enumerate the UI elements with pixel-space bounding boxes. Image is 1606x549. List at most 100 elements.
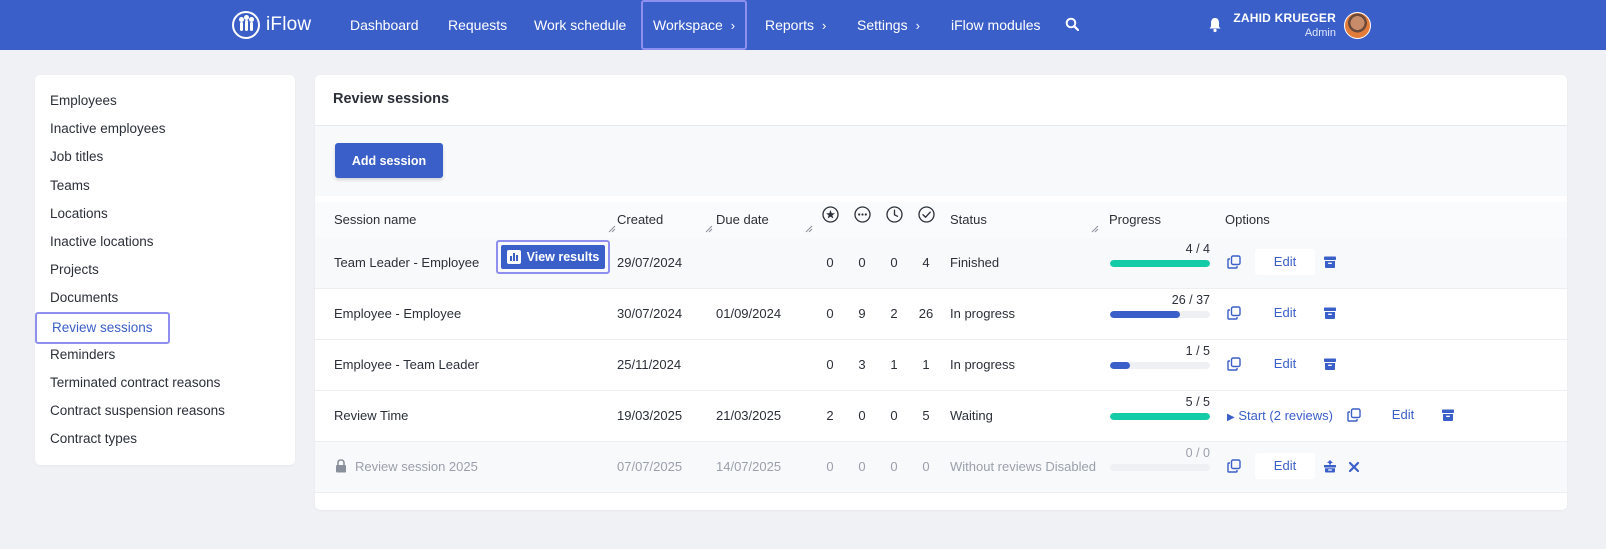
table-row[interactable] [315, 289, 1567, 340]
stat-value: 0 [858, 255, 866, 270]
sidebar-item-review-sessions[interactable]: Review sessions [35, 312, 170, 344]
avatar[interactable] [1344, 12, 1371, 39]
due-date: 14/07/2025 [716, 459, 782, 474]
start-label: Start [1238, 408, 1266, 423]
created-date: 29/07/2024 [617, 255, 683, 270]
stat-value: 0 [890, 408, 898, 423]
view-results-inner: View results [501, 245, 605, 269]
table-row[interactable] [315, 340, 1567, 391]
sidebar-item-locations[interactable]: Locations [50, 204, 108, 224]
nav-workspace[interactable]: Workspace › [641, 0, 748, 50]
column-session-name[interactable]: Session name [334, 212, 416, 227]
nav-settings[interactable]: Settings › [857, 0, 920, 50]
table-row[interactable]: Review session 2025 07/07/2025 14/07/202… [315, 442, 1567, 493]
nav-reports-label: Reports [765, 17, 815, 33]
column-options: Options [1225, 212, 1270, 227]
created-date: 07/07/2025 [617, 459, 683, 474]
top-navbar: iFlow Dashboard Requests Work schedule W… [0, 0, 1606, 50]
progress-fill [1110, 362, 1130, 369]
stat-value: 0 [826, 357, 834, 372]
nav-work-schedule[interactable]: Work schedule [534, 0, 626, 50]
sidebar-item-terminated-contract-reasons[interactable]: Terminated contract reasons [50, 373, 220, 393]
stat-value: 0 [858, 408, 866, 423]
status-text: Without reviews Disabled [950, 459, 1096, 474]
sidebar-item-documents[interactable]: Documents [50, 288, 118, 308]
progress-text: 0 / 0 [1185, 446, 1210, 460]
archive-icon[interactable] [1441, 408, 1455, 422]
view-results-button[interactable]: View results [496, 240, 610, 274]
stat-value: 0 [826, 459, 834, 474]
nav-dashboard[interactable]: Dashboard [350, 0, 419, 50]
status-text: In progress [950, 357, 1016, 372]
progress-text: 1 / 5 [1185, 344, 1210, 358]
sidebar-item-employees[interactable]: Employees [50, 91, 117, 111]
archive-icon[interactable] [1323, 255, 1337, 269]
stat-value: 5 [922, 408, 930, 423]
sidebar: Employees Inactive employees Job titles … [35, 75, 295, 465]
start-session-link[interactable]: ▶ Start (2 reviews) [1227, 408, 1333, 423]
session-name[interactable]: Review session 2025 [355, 459, 478, 474]
stat-value: 0 [826, 306, 834, 321]
progress-text: 5 / 5 [1185, 395, 1210, 409]
created-date: 30/07/2024 [617, 306, 683, 321]
play-icon: ▶ [1227, 412, 1235, 423]
progress-fill [1110, 260, 1210, 267]
sidebar-item-contract-suspension-reasons[interactable]: Contract suspension reasons [50, 401, 225, 421]
clock-icon [886, 206, 903, 223]
copy-icon[interactable] [1227, 306, 1241, 320]
archive-icon[interactable] [1323, 306, 1337, 320]
close-icon[interactable] [1347, 460, 1361, 474]
column-status[interactable]: Status [950, 212, 987, 227]
nav-iflow-modules[interactable]: iFlow modules [951, 0, 1040, 50]
nav-requests[interactable]: Requests [448, 0, 507, 50]
nav-reports[interactable]: Reports › [765, 0, 826, 50]
nav-workspace-label: Workspace [653, 17, 723, 33]
sidebar-item-contract-types[interactable]: Contract types [50, 429, 137, 449]
edit-button[interactable]: Edit [1255, 249, 1315, 275]
edit-button[interactable]: Edit [1373, 402, 1433, 428]
sidebar-item-teams[interactable]: Teams [50, 176, 90, 196]
column-resize-handle-icon[interactable] [608, 225, 616, 233]
column-progress[interactable]: Progress [1109, 212, 1161, 227]
created-date: 25/11/2024 [617, 357, 682, 372]
search-icon[interactable] [1065, 17, 1079, 31]
edit-button[interactable]: Edit [1255, 300, 1315, 326]
edit-button[interactable]: Edit [1255, 351, 1315, 377]
column-due-date[interactable]: Due date [716, 212, 769, 227]
bell-icon[interactable] [1208, 17, 1222, 33]
column-resize-handle-icon[interactable] [805, 225, 813, 233]
app-logo[interactable]: iFlow [232, 11, 311, 39]
add-session-button[interactable]: Add session [335, 143, 443, 178]
stat-value: 1 [922, 357, 930, 372]
copy-icon[interactable] [1227, 255, 1241, 269]
copy-icon[interactable] [1227, 459, 1241, 473]
status-text: In progress [950, 306, 1016, 321]
column-created[interactable]: Created [617, 212, 663, 227]
sidebar-item-inactive-locations[interactable]: Inactive locations [50, 232, 154, 252]
chevron-right-icon: › [915, 18, 920, 33]
stat-value: 26 [918, 306, 934, 321]
copy-icon[interactable] [1347, 408, 1361, 422]
session-name[interactable]: Employee - Employee [334, 306, 461, 321]
chevron-right-icon: › [730, 18, 736, 33]
session-name[interactable]: Review Time [334, 408, 408, 423]
toolbar [315, 126, 1567, 196]
stat-value: 0 [890, 459, 898, 474]
stat-value: 4 [922, 255, 930, 270]
session-name[interactable]: Employee - Team Leader [334, 357, 479, 372]
sidebar-item-projects[interactable]: Projects [50, 260, 99, 280]
edit-button[interactable]: Edit [1255, 453, 1315, 479]
table-header [315, 202, 1567, 238]
column-resize-handle-icon[interactable] [705, 225, 713, 233]
stat-value: 0 [922, 459, 930, 474]
user-name[interactable]: ZAHID KRUEGER [1232, 11, 1336, 25]
copy-icon[interactable] [1227, 357, 1241, 371]
session-name[interactable]: Team Leader - Employee [334, 255, 479, 270]
column-resize-handle-icon[interactable] [1091, 225, 1099, 233]
sidebar-item-inactive-employees[interactable]: Inactive employees [50, 119, 166, 139]
sidebar-item-reminders[interactable]: Reminders [50, 345, 115, 365]
dots-icon [854, 206, 871, 223]
archive-icon[interactable] [1323, 357, 1337, 371]
unarchive-icon[interactable] [1323, 459, 1337, 473]
sidebar-item-job-titles[interactable]: Job titles [50, 147, 103, 167]
